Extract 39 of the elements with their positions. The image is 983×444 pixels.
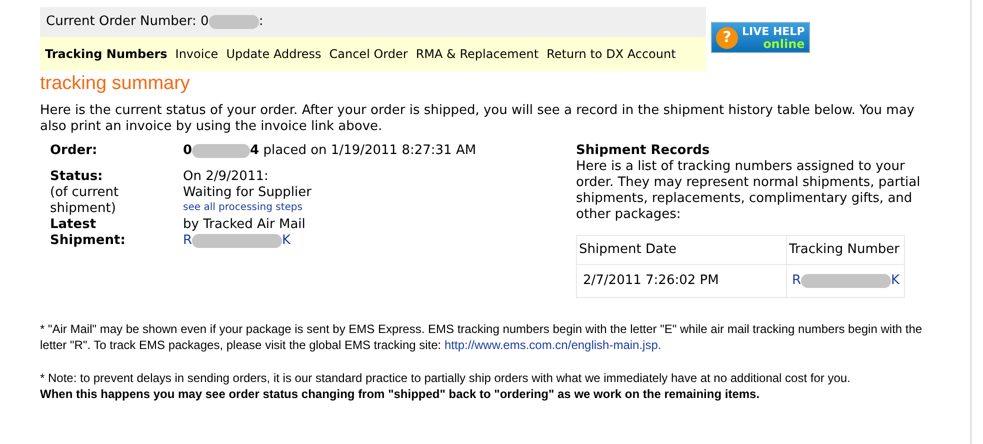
column-header: Shipment Date: [576, 236, 786, 264]
records-title: Shipment Records: [576, 143, 711, 159]
status-label: Status:: [50, 169, 104, 185]
online-label: online: [763, 38, 805, 50]
nav-link[interactable]: Return to DX Account: [546, 45, 676, 63]
help-icon: ?: [716, 26, 738, 48]
status-value: Waiting for Supplier: [183, 185, 312, 201]
footnote-text: * Note: to prevent delays in sending orders, it is our standard practice to partially ship orders with what we immediately have at no additional cost for you.: [40, 370, 852, 386]
nav-link[interactable]: Update Address: [226, 45, 322, 63]
tracking-link[interactable]: K: [891, 273, 900, 289]
order-number: 4: [250, 143, 260, 159]
column-header: Tracking Number: [786, 236, 904, 264]
records-text: Here is a list of tracking numbers assigned to your order. They may represent normal shipments, partial shipments, replacements, complimentary gifts, and other packages:: [576, 159, 922, 223]
redaction-mark: [192, 144, 250, 158]
footnote-text: * "Air Mail" may be shown even if your package is sent by EMS Express. EMS tracking numbers begin with the letter "E" while air mail tracking numbers begin with the letter "R". To track EMS packages, please visit the global EMS tracking site: http://www.ems.com.cn/english-main.jsp.: [40, 321, 924, 353]
section-title: tracking summary: [40, 72, 191, 96]
nav-link[interactable]: Invoice: [175, 45, 218, 63]
tracking-link[interactable]: K: [282, 233, 291, 249]
order-date: placed on 1/19/2011 8:27:31 AM: [262, 143, 476, 159]
footnote-bold-text: When this happens you may see order status changing from "shipped" back to "ordering" as we work on the remaining items.: [40, 386, 761, 402]
order-label: Order:: [50, 143, 98, 159]
tracking-link[interactable]: R: [792, 273, 802, 289]
processing-steps-link[interactable]: see all processing steps: [183, 201, 302, 215]
shipping-method: by Tracked Air Mail: [183, 217, 306, 233]
table-cell: 2/7/2011 7:26:02 PM: [576, 264, 786, 298]
status-sublabel: (of current shipment): [50, 185, 120, 217]
latest-shipment-label: Latest Shipment:: [50, 217, 126, 249]
intro-text: Here is the current status of your order. After your order is shipped, you will see a record in the shipment history table below. You may also print an invoice by using the invoice link above.: [40, 103, 916, 135]
tracking-link[interactable]: R: [183, 233, 192, 249]
nav-link[interactable]: RMA & Replacement: [416, 45, 539, 63]
redaction-mark: [208, 15, 259, 29]
ems-link[interactable]: http://www.ems.com.cn/english-main.jsp.: [444, 338, 662, 352]
nav-link[interactable]: Cancel Order: [329, 45, 408, 63]
nav-link[interactable]: Tracking Numbers: [45, 45, 168, 63]
live-help-label: LIVE HELP: [742, 26, 805, 38]
order-number-label: Current Order Number: 0: [46, 13, 209, 32]
order-number-suffix: :: [258, 13, 264, 32]
order-number: 0: [183, 143, 192, 159]
status-date: On 2/9/2011:: [183, 169, 268, 185]
